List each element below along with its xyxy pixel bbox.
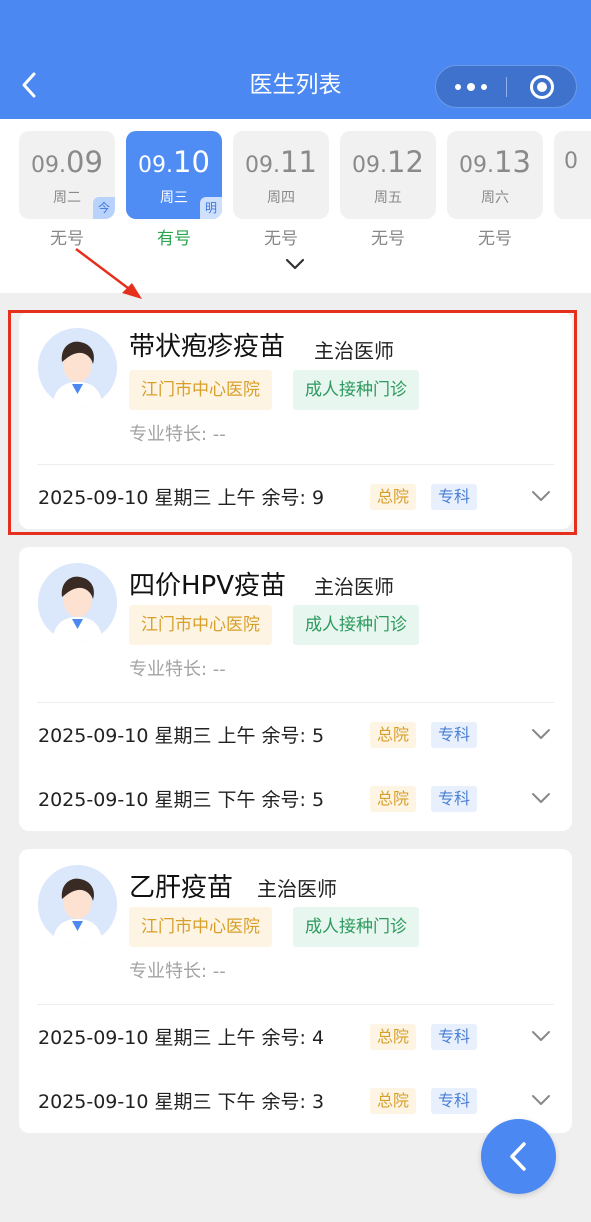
specialty-badge: 专科 <box>431 786 478 812</box>
date-item[interactable]: 09.11 周四 <box>233 131 329 219</box>
date-item[interactable]: 09.09 周二 今 <box>19 131 115 219</box>
chevron-down-icon[interactable] <box>284 257 306 271</box>
availability-label: 无号 <box>264 229 298 249</box>
target-circle-icon[interactable] <box>530 75 554 99</box>
date-number: 09.13 <box>459 145 531 179</box>
hospital-tag: 江门市中心医院 <box>129 907 272 947</box>
weekday-label: 周五 <box>374 190 402 206</box>
tomorrow-badge: 明 <box>200 197 222 219</box>
date-number: 09.10 <box>138 145 210 179</box>
weekday-label: 周六 <box>481 190 509 206</box>
today-badge: 今 <box>93 197 115 219</box>
branch-badge: 总院 <box>370 786 417 812</box>
schedule-slot[interactable]: 2025-09-10 星期三 上午 余号: 5 总院 专科 <box>19 703 572 767</box>
chevron-down-icon[interactable] <box>530 1093 552 1107</box>
slot-text: 2025-09-10 星期三 下午 余号: 5 <box>38 789 325 811</box>
doctor-avatar <box>38 563 117 642</box>
date-item[interactable]: 09.12 周五 <box>340 131 436 219</box>
branch-badge: 总院 <box>370 722 417 748</box>
vaccine-name: 乙肝疫苗 <box>129 873 234 903</box>
specialty-text: 专业特长: -- <box>129 961 226 982</box>
clinic-tag: 成人接种门诊 <box>293 605 419 645</box>
capsule-divider <box>506 77 507 97</box>
doctor-avatar <box>38 865 117 944</box>
date-item[interactable]: 09.13 周六 <box>447 131 543 219</box>
date-item-selected[interactable]: 09.10 周三 明 <box>126 131 222 219</box>
date-item-partial[interactable]: 0 <box>554 131 591 219</box>
miniapp-capsule <box>435 65 577 108</box>
chevron-down-icon[interactable] <box>530 727 552 741</box>
chevron-left-icon <box>510 1142 526 1171</box>
slot-text: 2025-09-10 星期三 上午 余号: 5 <box>38 725 325 747</box>
chevron-down-icon[interactable] <box>530 1029 552 1043</box>
branch-badge: 总院 <box>370 1024 417 1050</box>
schedule-slot[interactable]: 2025-09-10 星期三 下午 余号: 5 总院 专科 <box>19 767 572 831</box>
clinic-tag: 成人接种门诊 <box>293 907 419 947</box>
app-header: 医生列表 <box>0 0 591 119</box>
floating-back-button[interactable] <box>481 1119 556 1194</box>
specialty-badge: 专科 <box>431 1024 478 1050</box>
annotation-arrow <box>75 248 142 299</box>
date-number: 09.09 <box>31 145 103 179</box>
doctor-rank: 主治医师 <box>314 575 394 599</box>
date-number: 09.12 <box>352 145 424 179</box>
weekday-label: 周四 <box>267 190 295 206</box>
specialty-badge: 专科 <box>431 722 478 748</box>
vaccine-name: 四价HPV疫苗 <box>129 571 287 601</box>
specialty-text: 专业特长: -- <box>129 659 226 680</box>
more-dots-icon[interactable] <box>436 66 506 107</box>
doctor-card[interactable]: 乙肝疫苗 主治医师 江门市中心医院 成人接种门诊 专业特长: -- 2025-0… <box>19 849 572 1133</box>
date-number: 0 <box>564 149 578 174</box>
chevron-down-icon[interactable] <box>530 791 552 805</box>
branch-badge: 总院 <box>370 1088 417 1114</box>
hospital-tag: 江门市中心医院 <box>129 605 272 645</box>
doctor-card[interactable]: 四价HPV疫苗 主治医师 江门市中心医院 成人接种门诊 专业特长: -- 202… <box>19 547 572 831</box>
specialty-badge: 专科 <box>431 1088 478 1114</box>
slot-text: 2025-09-10 星期三 下午 余号: 3 <box>38 1091 325 1113</box>
doctor-rank: 主治医师 <box>257 877 337 901</box>
availability-label: 无号 <box>478 229 512 249</box>
schedule-slot[interactable]: 2025-09-10 星期三 下午 余号: 3 总院 专科 <box>19 1069 572 1133</box>
schedule-slot[interactable]: 2025-09-10 星期三 上午 余号: 4 总院 专科 <box>19 1005 572 1069</box>
availability-label: 无号 <box>371 229 405 249</box>
date-number: 09.11 <box>245 145 317 179</box>
annotation-highlight-box <box>8 310 577 535</box>
slot-text: 2025-09-10 星期三 上午 余号: 4 <box>38 1027 325 1049</box>
